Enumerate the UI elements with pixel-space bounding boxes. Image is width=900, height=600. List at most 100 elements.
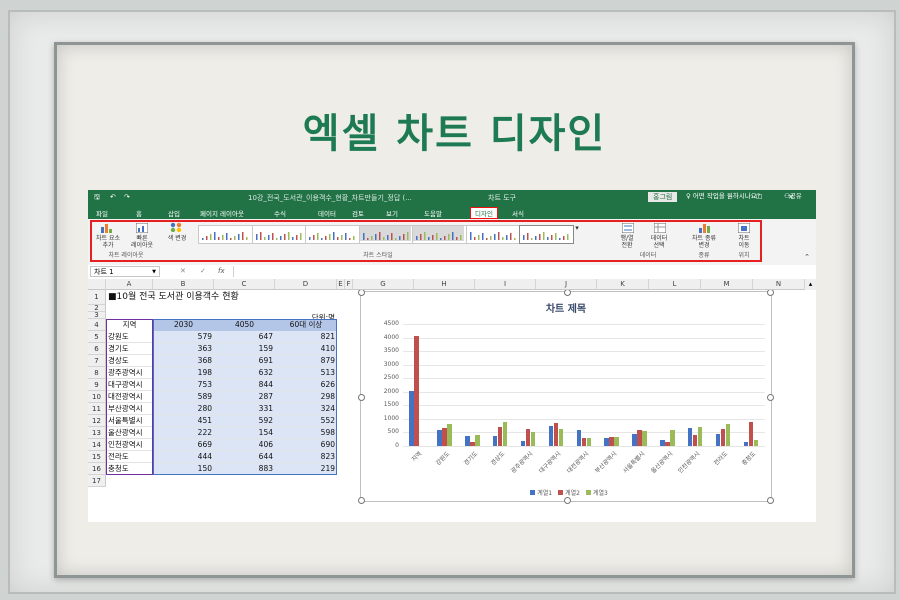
row-header[interactable]: 15 xyxy=(88,451,106,463)
column-header[interactable]: N xyxy=(753,279,805,290)
chart-resize-handle[interactable] xyxy=(358,497,365,504)
bar-계열2-5[interactable] xyxy=(553,423,559,446)
bar-계열1-2[interactable] xyxy=(465,436,470,446)
formula-input[interactable] xyxy=(233,266,814,277)
tab-10[interactable]: 서식 xyxy=(512,208,524,218)
chart-style-thumb[interactable] xyxy=(412,225,467,244)
chart-resize-handle[interactable] xyxy=(564,289,571,296)
bar-계열2-11[interactable] xyxy=(720,428,726,446)
bar-계열2-12[interactable] xyxy=(748,422,754,446)
name-box-dropdown-icon[interactable]: ▼ xyxy=(152,267,156,277)
bar-계열3-6[interactable] xyxy=(586,437,591,446)
row-header[interactable]: 3 xyxy=(88,312,106,319)
bar-계열1-11[interactable] xyxy=(715,433,721,446)
bar-계열3-5[interactable] xyxy=(558,429,564,446)
bar-계열3-3[interactable] xyxy=(502,422,508,446)
select-data-button[interactable]: 데이터 선택 xyxy=(642,235,676,249)
bar-계열3-1[interactable] xyxy=(447,423,452,446)
bar-계열2-10[interactable] xyxy=(692,434,698,446)
row-header[interactable]: 9 xyxy=(88,379,106,391)
chart-resize-handle[interactable] xyxy=(767,394,774,401)
tab-8[interactable]: 도움말 xyxy=(424,208,442,218)
row-header[interactable]: 17 xyxy=(88,475,106,487)
row-header[interactable]: 12 xyxy=(88,415,106,427)
bar-계열1-1[interactable] xyxy=(437,430,442,446)
add-element-button[interactable]: 차트 요소 추가 xyxy=(90,235,126,249)
chart-resize-handle[interactable] xyxy=(564,497,571,504)
change-colors-button[interactable]: 색 변경 xyxy=(162,235,192,242)
sheet-title-cell[interactable]: ■10월 전국 도서관 이용객수 현황 xyxy=(108,290,358,305)
column-header[interactable]: F xyxy=(345,279,353,290)
bar-계열1-5[interactable] xyxy=(548,425,554,446)
bar-계열1-7[interactable] xyxy=(604,438,609,446)
scroll-up-icon[interactable]: ▴ xyxy=(805,279,816,290)
bar-계열1-6[interactable] xyxy=(576,430,581,446)
tab-3[interactable]: 페이지 레이아웃 xyxy=(200,208,244,218)
bar-계열3-4[interactable] xyxy=(530,432,536,446)
column-header[interactable]: K xyxy=(597,279,649,290)
bar-계열2-0[interactable] xyxy=(414,336,419,446)
tab-1[interactable]: 홈 xyxy=(136,208,142,218)
bar-계열2-8[interactable] xyxy=(637,429,642,446)
bar-계열1-4[interactable] xyxy=(520,440,526,446)
row-header[interactable]: 11 xyxy=(88,403,106,415)
chart-style-thumb[interactable] xyxy=(305,225,360,244)
row-header[interactable]: 14 xyxy=(88,439,106,451)
bar-계열2-3[interactable] xyxy=(497,427,503,446)
tab-4[interactable]: 수식 xyxy=(274,208,286,218)
column-header[interactable]: C xyxy=(214,279,275,290)
bar-계열3-7[interactable] xyxy=(614,437,619,446)
chart-style-thumb[interactable] xyxy=(358,225,414,244)
bar-계열2-7[interactable] xyxy=(609,437,614,446)
bar-계열1-8[interactable] xyxy=(632,433,637,446)
chart-resize-handle[interactable] xyxy=(358,394,365,401)
plot-area[interactable]: 0 500 1000 1500 2000 2500 3000 3500 4000 4500 지역 강원… xyxy=(384,320,765,475)
tab-9[interactable]: 디자인 xyxy=(470,207,498,219)
row-header[interactable]: 6 xyxy=(88,343,106,355)
chart-style-thumb[interactable] xyxy=(465,225,521,244)
column-header[interactable]: M xyxy=(701,279,753,290)
chart-legend[interactable]: 계열1 계열2 계열3 xyxy=(361,488,771,497)
tab-7[interactable]: 보기 xyxy=(386,208,398,218)
bar-계열1-12[interactable] xyxy=(743,441,749,446)
share-button[interactable]: ⚇공유 xyxy=(778,193,808,200)
redo-icon[interactable]: ↷ xyxy=(124,193,130,201)
tell-me-box[interactable]: ♀ 어떤 작업을 원하시나요? xyxy=(686,193,766,200)
save-icon[interactable]: 🖫 xyxy=(94,193,100,204)
bar-계열3-9[interactable] xyxy=(670,429,675,446)
bar-계열2-6[interactable] xyxy=(581,438,586,446)
column-header[interactable]: E xyxy=(337,279,345,290)
style-gallery-more-icon[interactable]: ▾ xyxy=(573,225,581,232)
column-header[interactable]: B xyxy=(153,279,214,290)
column-header[interactable]: I xyxy=(475,279,536,290)
column-header[interactable]: D xyxy=(275,279,337,290)
quick-layout-button[interactable]: 빠른 레이아웃 xyxy=(124,235,160,249)
chart-title[interactable]: 차트 제목 xyxy=(361,300,771,315)
row-header[interactable]: 8 xyxy=(88,367,106,379)
move-chart-button[interactable]: 차트 이동 xyxy=(728,235,760,249)
chart-resize-handle[interactable] xyxy=(358,289,365,296)
bar-계열1-3[interactable] xyxy=(492,436,498,446)
column-header[interactable]: L xyxy=(649,279,701,290)
chart-resize-handle[interactable] xyxy=(767,289,774,296)
fx-icon[interactable]: fx xyxy=(218,267,225,275)
row-header[interactable]: 5 xyxy=(88,331,106,343)
column-header[interactable]: H xyxy=(414,279,475,290)
row-header[interactable]: 10 xyxy=(88,391,106,403)
chart-style-thumb[interactable] xyxy=(519,225,574,244)
bar-계열2-2[interactable] xyxy=(470,441,475,446)
cancel-icon[interactable]: ✕ xyxy=(180,267,186,275)
collapse-ribbon-icon[interactable]: ⌃ xyxy=(802,254,812,261)
tab-2[interactable]: 삽입 xyxy=(168,208,180,218)
row-header[interactable]: 1 xyxy=(88,290,106,305)
column-header[interactable]: G xyxy=(353,279,414,290)
tab-5[interactable]: 데이터 xyxy=(318,208,336,218)
change-type-button[interactable]: 차트 종류 변경 xyxy=(682,235,726,249)
column-header[interactable]: A xyxy=(106,279,153,290)
bar-계열3-2[interactable] xyxy=(475,434,480,446)
name-box[interactable]: 차트 1 ▼ xyxy=(90,266,160,277)
row-header[interactable]: 4 xyxy=(88,319,106,331)
bar-계열1-0[interactable] xyxy=(409,390,414,446)
bar-계열1-9[interactable] xyxy=(660,439,665,446)
undo-icon[interactable]: ↶ xyxy=(110,193,116,201)
